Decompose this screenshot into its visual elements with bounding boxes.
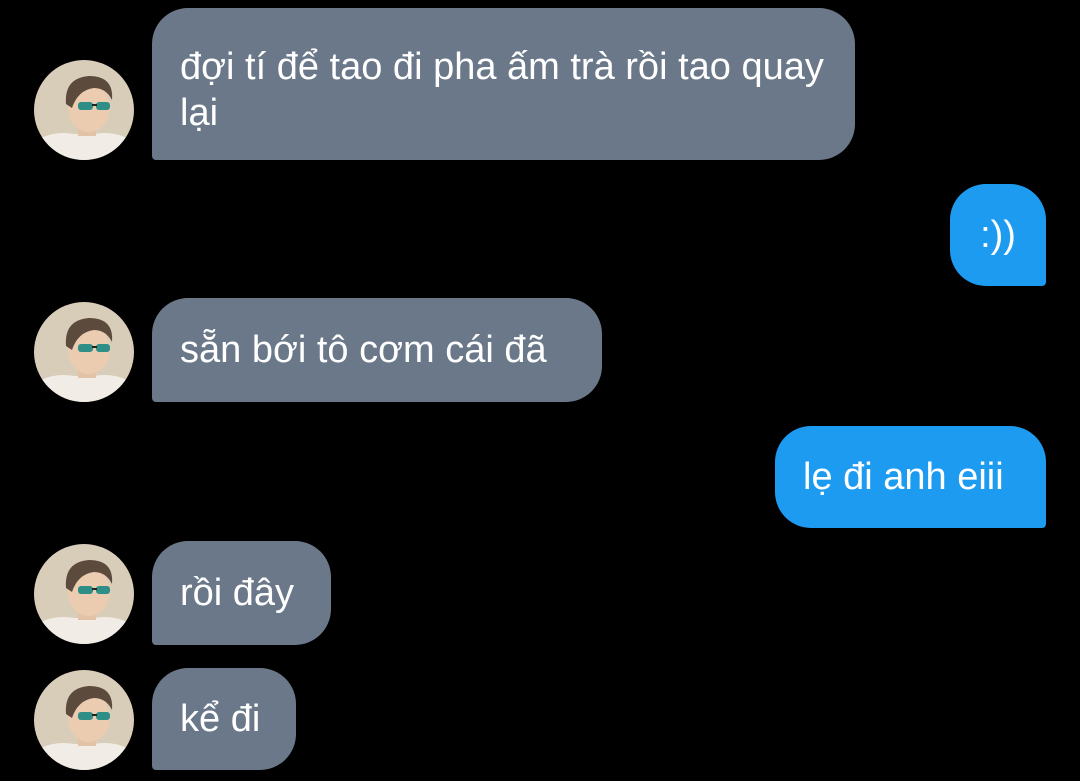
incoming-message-bubble[interactable]: kể đi xyxy=(152,668,296,770)
message-text: lẹ đi anh eiii xyxy=(803,456,1004,498)
message-text: :)) xyxy=(980,214,1016,256)
user-avatar[interactable] xyxy=(34,544,134,644)
outgoing-message-bubble[interactable]: lẹ đi anh eiii xyxy=(775,426,1046,528)
avatar-photo-icon xyxy=(34,60,134,160)
message-text: đợi tí để tao đi pha ấm trà rồi tao quay… xyxy=(180,46,824,134)
incoming-message-bubble[interactable]: đợi tí để tao đi pha ấm trà rồi tao quay… xyxy=(152,8,855,160)
message-text: kể đi xyxy=(180,698,261,740)
incoming-message-bubble[interactable]: sẵn bới tô cơm cái đã xyxy=(152,298,602,402)
outgoing-message-bubble[interactable]: :)) xyxy=(950,184,1046,286)
message-text: rồi đây xyxy=(180,572,295,614)
avatar-photo-icon xyxy=(34,544,134,644)
user-avatar[interactable] xyxy=(34,670,134,770)
incoming-message-bubble[interactable]: rồi đây xyxy=(152,541,331,645)
avatar-photo-icon xyxy=(34,302,134,402)
user-avatar[interactable] xyxy=(34,60,134,160)
user-avatar[interactable] xyxy=(34,302,134,402)
message-text: sẵn bới tô cơm cái đã xyxy=(180,329,547,371)
avatar-photo-icon xyxy=(34,670,134,770)
